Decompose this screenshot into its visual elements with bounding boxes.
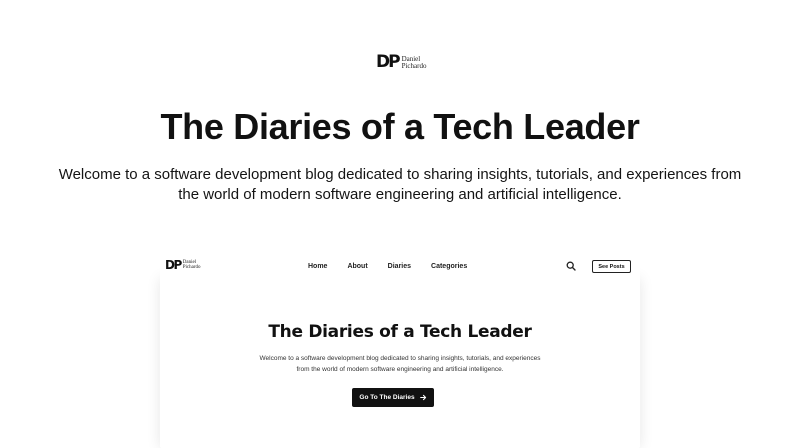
preview-nav-menu: Home About Diaries Categories [308,263,467,270]
preview-title: The Diaries of a Tech Leader [268,322,532,342]
search-icon[interactable] [566,261,576,271]
logo-name: Daniel Pichardo [401,55,427,70]
preview-navbar: DP Daniel Pichardo Home About Diaries Ca… [160,250,640,280]
nav-item-diaries[interactable]: Diaries [388,263,411,270]
go-to-diaries-label: Go To The Diaries [359,394,415,401]
page-title: The Diaries of a Tech Leader [160,106,640,147]
nav-item-categories[interactable]: Categories [431,263,467,270]
preview-logo-name-last: Pichardo [182,265,201,270]
preview-hero-card: The Diaries of a Tech Leader Welcome to … [160,278,640,448]
preview-logo[interactable]: DP Daniel Pichardo [165,259,201,271]
nav-item-home[interactable]: Home [308,263,327,270]
site-logo[interactable]: DP Daniel Pichardo [376,54,426,71]
go-to-diaries-button[interactable]: Go To The Diaries [352,388,434,407]
preview-description: Welcome to a software development blog d… [259,355,541,373]
logo-mark: DP [376,52,401,72]
logo-name-last: Pichardo [401,61,427,70]
site-preview: The Diaries of a Tech Leader Welcome to … [160,250,640,448]
nav-item-about[interactable]: About [347,263,367,270]
preview-logo-name: Daniel Pichardo [183,260,201,270]
arrow-right-icon [419,394,426,401]
page-description: Welcome to a software development blog d… [58,166,742,203]
see-posts-button[interactable]: See Posts [592,260,631,273]
preview-logo-mark: DP [165,258,182,272]
